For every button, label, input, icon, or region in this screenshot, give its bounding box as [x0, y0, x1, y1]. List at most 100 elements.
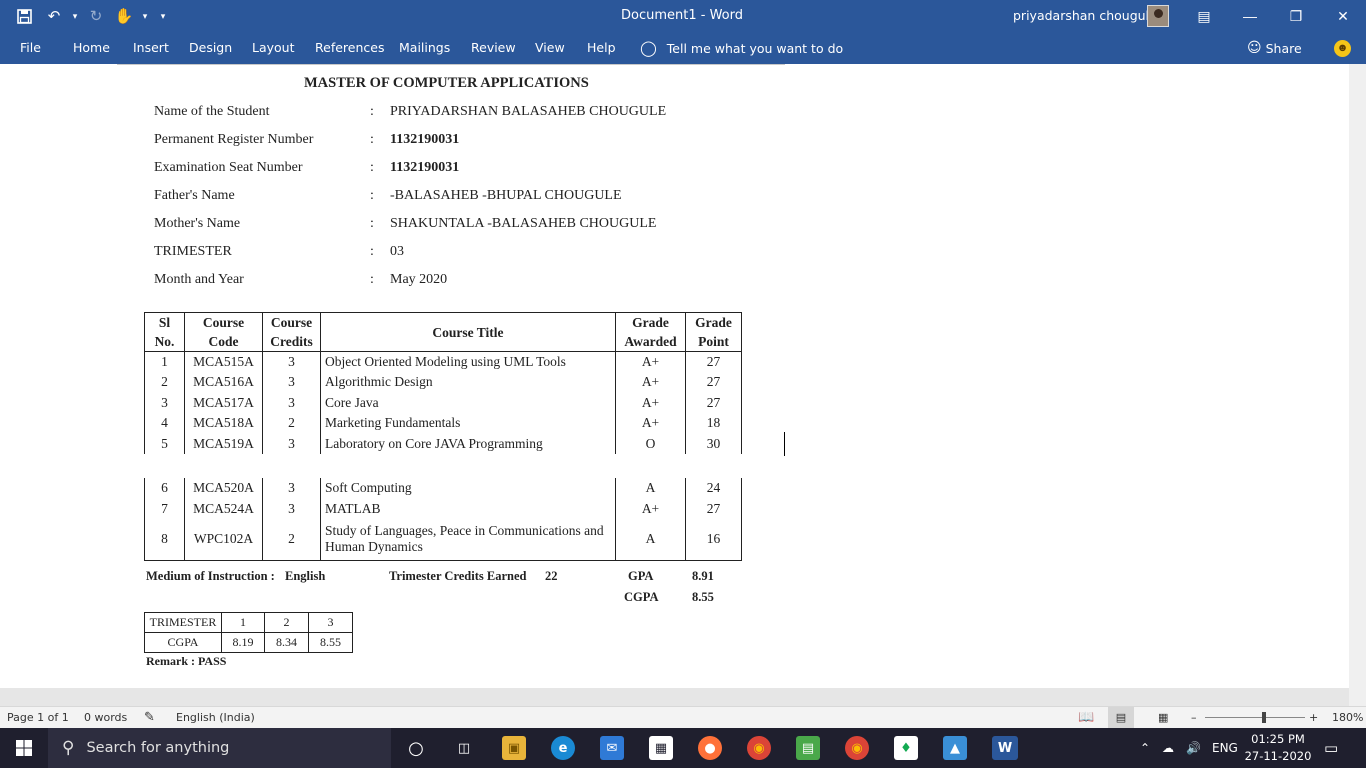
document-page[interactable]: MASTER OF COMPUTER APPLICATIONS Name of … [0, 64, 1349, 688]
store-icon[interactable]: ▦ [649, 736, 673, 760]
clock-time: 01:25 PM [1251, 732, 1305, 746]
person-icon: ☺ [1247, 40, 1262, 56]
vertical-scrollbar[interactable] [1349, 64, 1366, 706]
windows-start-icon[interactable] [0, 728, 48, 768]
table-row: CGPA 8.19 8.34 8.55 [144, 632, 353, 653]
task-view-icon[interactable]: ◫ [452, 736, 476, 760]
tab-references[interactable]: References [315, 32, 384, 64]
language[interactable]: English (India) [176, 707, 255, 729]
customize-toolbar-icon[interactable]: ▾ [152, 11, 174, 22]
mail-icon[interactable]: ✉ [600, 736, 624, 760]
window-title: Document1 - Word [621, 8, 743, 23]
photos-icon[interactable]: ▲ [943, 736, 967, 760]
feedback-smiley-icon[interactable]: ☻ [1334, 40, 1351, 57]
cell-code: WPC102A [184, 519, 263, 561]
taskbar-search[interactable]: ⚲ Search for anything [48, 728, 391, 768]
zoom-level[interactable]: 180% [1332, 707, 1363, 729]
cell: TRIMESTER [144, 612, 222, 633]
tab-mailings[interactable]: Mailings [399, 32, 450, 64]
cell-credits: 3 [262, 433, 321, 454]
tab-layout[interactable]: Layout [252, 32, 295, 64]
info-label: Examination Seat Number [154, 160, 303, 175]
info-colon: : [370, 244, 374, 259]
info-colon: : [370, 188, 374, 203]
volume-icon[interactable]: 🔊 [1186, 728, 1201, 768]
seat-number: 1132190031 [390, 160, 460, 175]
info-colon: : [370, 132, 374, 147]
text-cursor [784, 432, 785, 456]
redo-icon[interactable]: ↻ [82, 0, 110, 32]
info-label: Month and Year [154, 272, 244, 287]
tab-home[interactable]: Home [73, 32, 110, 64]
info-label: Permanent Register Number [154, 132, 314, 147]
cell-title: Soft Computing [320, 478, 616, 499]
undo-icon[interactable]: ↶ [40, 0, 68, 32]
tab-review[interactable]: Review [471, 32, 516, 64]
tab-help[interactable]: Help [587, 32, 616, 64]
restore-icon[interactable]: ❐ [1273, 0, 1319, 32]
close-icon[interactable]: ✕ [1320, 0, 1366, 32]
firefox-icon[interactable]: ● [698, 736, 722, 760]
register-number: 1132190031 [390, 132, 460, 147]
header-credits: Course Credits [262, 312, 321, 352]
cell-grade: A+ [615, 392, 686, 413]
info-label: TRIMESTER [154, 244, 232, 259]
minimize-icon[interactable]: — [1227, 0, 1273, 32]
cell-sl: 8 [144, 519, 185, 561]
cell-point: 30 [685, 433, 742, 454]
tab-insert[interactable]: Insert [133, 32, 169, 64]
cell-title: MATLAB [320, 498, 616, 519]
table-row: 4 MCA518A 2 Marketing Fundamentals A+ 18 [144, 413, 742, 434]
zoom-slider-thumb[interactable] [1262, 712, 1266, 723]
zoom-in-icon[interactable]: + [1309, 707, 1318, 729]
touch-mode-dropdown-icon[interactable]: ▾ [138, 11, 152, 22]
share-button[interactable]: ☺ Share [1247, 32, 1302, 64]
edge-icon[interactable]: e [551, 736, 575, 760]
onedrive-icon[interactable]: ☁ [1162, 728, 1174, 768]
user-name[interactable]: priyadarshan chougule [1013, 0, 1157, 32]
cell-sl: 7 [144, 498, 185, 519]
word-count[interactable]: 0 words [84, 707, 127, 729]
lightbulb-icon: ◯ [640, 39, 657, 57]
mongodb-icon[interactable]: ♦ [894, 736, 918, 760]
language-indicator[interactable]: ENG [1212, 728, 1238, 768]
show-hidden-icons[interactable]: ⌃ [1140, 728, 1150, 768]
cell-sl: 1 [144, 351, 185, 372]
avatar[interactable] [1147, 5, 1169, 27]
marks-table-continued: 6 MCA520A 3 Soft Computing A 24 7 MCA524… [144, 478, 742, 561]
cell-point: 27 [685, 498, 742, 519]
word-icon[interactable]: W [992, 736, 1018, 760]
chrome-profile-icon[interactable]: ◉ [845, 736, 869, 760]
tell-me-search[interactable]: ◯ Tell me what you want to do [640, 32, 843, 64]
zoom-out-icon[interactable]: – [1191, 707, 1197, 729]
tab-file[interactable]: File [20, 32, 41, 64]
print-layout-icon[interactable]: ▤ [1108, 707, 1134, 729]
cortana-icon[interactable]: ○ [404, 736, 428, 760]
file-explorer-icon[interactable]: ▣ [502, 736, 526, 760]
page-count[interactable]: Page 1 of 1 [7, 707, 69, 729]
cell-grade: A+ [615, 498, 686, 519]
cell-code: MCA515A [184, 351, 263, 372]
touch-mode-icon[interactable]: ✋ [110, 0, 138, 32]
tab-view[interactable]: View [535, 32, 565, 64]
web-layout-icon[interactable]: ▦ [1158, 707, 1168, 729]
cell-title: Laboratory on Core JAVA Programming [320, 433, 616, 454]
cell-code: MCA519A [184, 433, 263, 454]
info-colon: : [370, 160, 374, 175]
chart-app-icon[interactable]: ▤ [796, 736, 820, 760]
notifications-icon[interactable]: ▭ [1324, 728, 1338, 768]
chrome-icon[interactable]: ◉ [747, 736, 771, 760]
cell-title: Marketing Fundamentals [320, 413, 616, 434]
zoom-slider[interactable] [1205, 717, 1305, 718]
read-mode-icon[interactable]: 📖 [1078, 707, 1094, 729]
save-icon[interactable] [0, 0, 40, 32]
trimester-value: 03 [390, 244, 404, 259]
proofing-icon[interactable]: ✎ [144, 707, 155, 729]
page-margin-line [117, 64, 785, 65]
tab-design[interactable]: Design [189, 32, 232, 64]
search-icon: ⚲ [62, 738, 75, 758]
clock[interactable]: 01:25 PM 27-11-2020 [1238, 731, 1318, 765]
ribbon-display-options-icon[interactable]: ▤ [1181, 0, 1227, 32]
undo-dropdown-icon[interactable]: ▾ [68, 11, 82, 22]
gpa-label: GPA [628, 569, 654, 583]
